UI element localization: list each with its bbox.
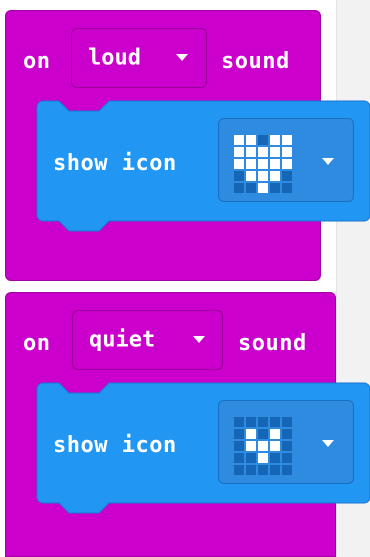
sound-level-value: loud <box>88 45 141 71</box>
led-pixel <box>282 171 292 181</box>
led-pixel <box>234 183 244 193</box>
led-pixel <box>282 159 292 169</box>
led-icon-preview <box>234 135 294 195</box>
led-pixel <box>234 135 244 145</box>
led-pixel <box>282 147 292 157</box>
sound-level-dropdown[interactable]: loud <box>71 28 207 88</box>
led-pixel <box>270 171 280 181</box>
led-pixel <box>258 465 268 475</box>
led-pixel <box>282 417 292 427</box>
led-pixel <box>282 429 292 439</box>
led-pixel <box>270 453 280 463</box>
event-prefix-label: on <box>23 331 51 356</box>
icon-picker-field[interactable] <box>218 400 354 484</box>
caret-down-icon <box>322 158 334 165</box>
led-pixel <box>258 183 268 193</box>
led-pixel <box>234 429 244 439</box>
led-pixel <box>246 147 256 157</box>
led-pixel <box>246 441 256 451</box>
event-prefix-label: on <box>23 49 51 74</box>
led-pixel <box>270 429 280 439</box>
led-icon-preview <box>234 417 294 477</box>
caret-down-icon <box>193 336 205 343</box>
led-pixel <box>270 417 280 427</box>
sound-level-value: quiet <box>89 327 156 353</box>
led-pixel <box>246 183 256 193</box>
sound-level-dropdown[interactable]: quiet <box>72 310 223 370</box>
led-pixel <box>258 417 268 427</box>
led-pixel <box>270 159 280 169</box>
led-pixel <box>246 135 256 145</box>
led-pixel <box>246 417 256 427</box>
led-pixel <box>234 147 244 157</box>
led-pixel <box>282 135 292 145</box>
led-pixel <box>282 183 292 193</box>
led-pixel <box>258 135 268 145</box>
led-pixel <box>270 135 280 145</box>
led-pixel <box>270 183 280 193</box>
caret-down-icon <box>322 440 334 447</box>
led-pixel <box>234 441 244 451</box>
led-pixel <box>234 417 244 427</box>
led-pixel <box>234 171 244 181</box>
led-pixel <box>246 453 256 463</box>
show-icon-label: show icon <box>53 151 177 176</box>
led-pixel <box>282 453 292 463</box>
led-pixel <box>282 465 292 475</box>
led-pixel <box>258 147 268 157</box>
caret-down-icon <box>176 54 188 61</box>
led-pixel <box>246 171 256 181</box>
led-pixel <box>258 159 268 169</box>
show-icon-label: show icon <box>53 433 177 458</box>
led-pixel <box>270 147 280 157</box>
event-suffix-label: sound <box>221 49 290 74</box>
led-pixel <box>234 159 244 169</box>
led-pixel <box>270 465 280 475</box>
led-pixel <box>246 159 256 169</box>
led-pixel <box>246 465 256 475</box>
icon-picker-field[interactable] <box>218 118 354 202</box>
led-pixel <box>258 453 268 463</box>
led-pixel <box>258 429 268 439</box>
event-suffix-label: sound <box>238 331 307 356</box>
led-pixel <box>234 465 244 475</box>
led-pixel <box>246 429 256 439</box>
led-pixel <box>234 453 244 463</box>
led-pixel <box>282 441 292 451</box>
led-pixel <box>258 171 268 181</box>
led-pixel <box>258 441 268 451</box>
led-pixel <box>270 441 280 451</box>
